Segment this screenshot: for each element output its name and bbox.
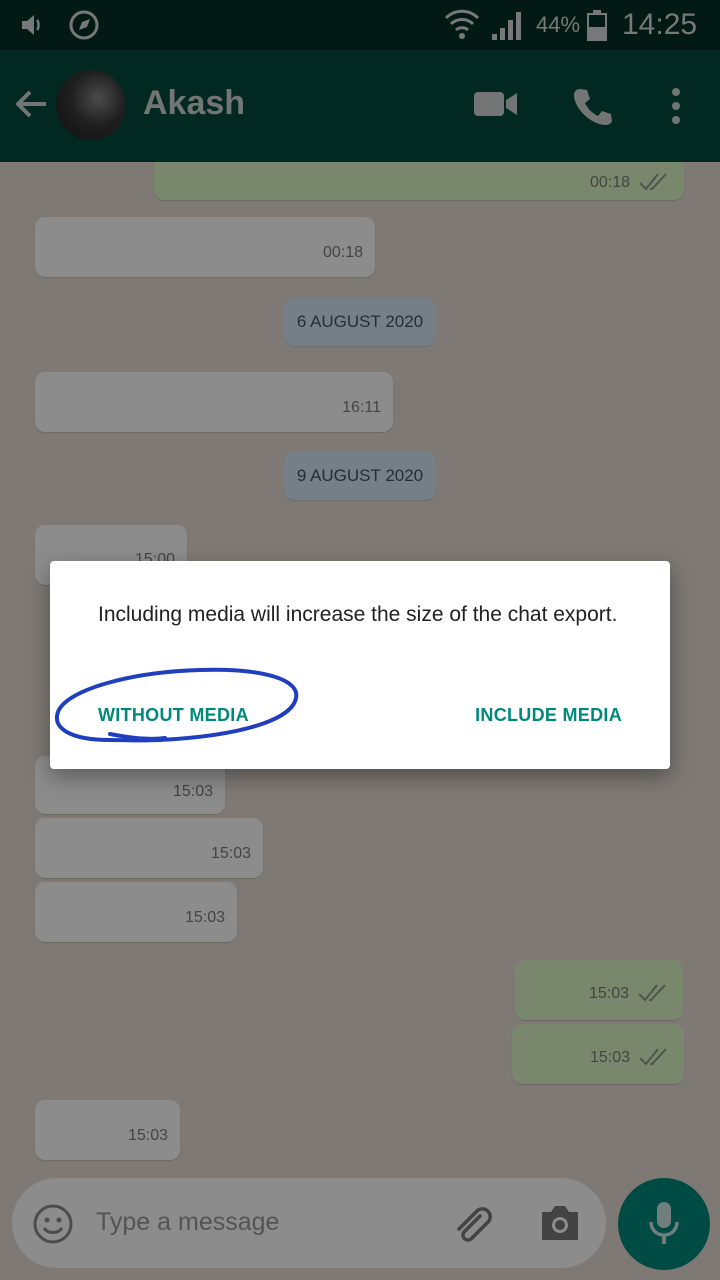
include-media-button[interactable]: INCLUDE MEDIA <box>475 705 622 726</box>
dialog-message: Including media will increase the size o… <box>98 603 618 626</box>
annotation-circle <box>54 667 299 743</box>
